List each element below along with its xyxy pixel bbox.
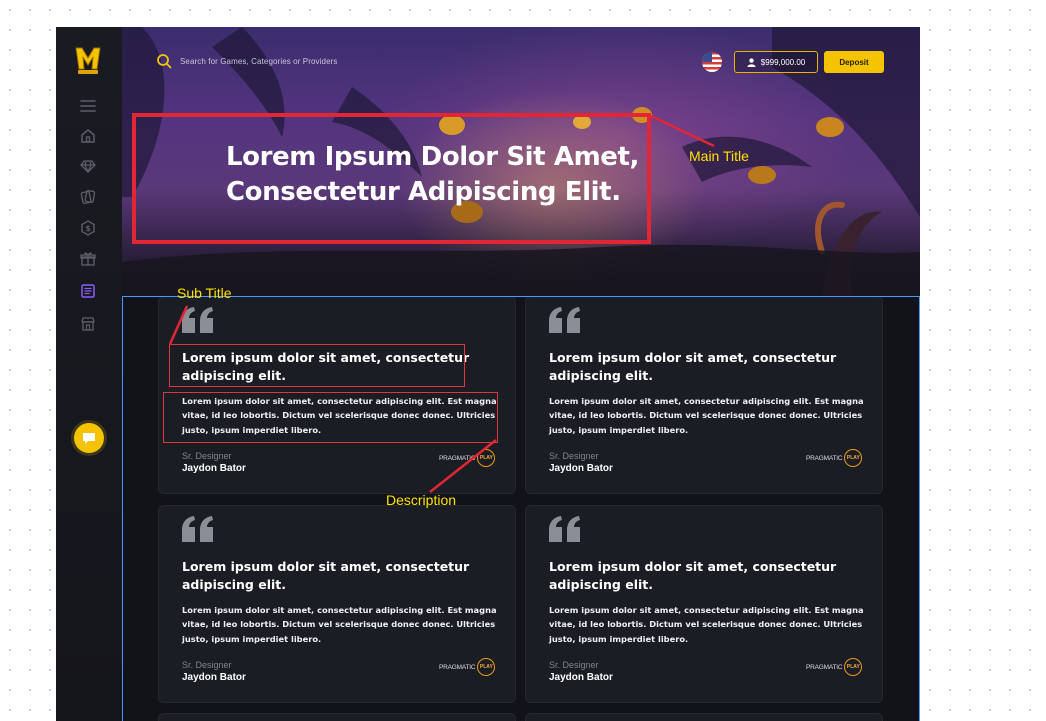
user-icon bbox=[747, 57, 756, 67]
search-icon bbox=[157, 54, 172, 69]
menu-icon[interactable] bbox=[79, 97, 97, 115]
brand-logo[interactable] bbox=[74, 45, 102, 75]
chat-button[interactable] bbox=[74, 423, 104, 453]
deposit-button[interactable]: Deposit bbox=[824, 51, 884, 73]
sidebar: $ bbox=[56, 27, 122, 721]
main-title-annotation-label: Main Title bbox=[689, 148, 749, 164]
home-icon[interactable] bbox=[79, 127, 97, 145]
wallet-balance[interactable]: $999,000.00 bbox=[734, 51, 818, 73]
search-bar[interactable]: Search for Games, Categories or Provider… bbox=[156, 53, 338, 69]
diamond-icon[interactable] bbox=[79, 157, 97, 175]
news-icon[interactable] bbox=[79, 282, 97, 300]
cards-icon[interactable] bbox=[79, 188, 97, 206]
subtitle-annotation-box bbox=[169, 344, 465, 387]
us-flag-icon[interactable] bbox=[702, 52, 722, 72]
svg-text:$: $ bbox=[85, 224, 91, 233]
main-title-annotation-box bbox=[132, 113, 651, 244]
subtitle-annotation-label: Sub Title bbox=[177, 285, 232, 301]
chat-bubble-icon bbox=[83, 432, 95, 444]
description-annotation-label: Description bbox=[386, 492, 457, 508]
coin-icon[interactable]: $ bbox=[79, 219, 97, 237]
gift-icon[interactable] bbox=[79, 250, 97, 268]
balance-amount: $999,000.00 bbox=[760, 57, 806, 67]
search-input[interactable]: Search for Games, Categories or Provider… bbox=[180, 57, 338, 66]
description-annotation-box bbox=[163, 392, 498, 443]
store-icon[interactable] bbox=[79, 315, 97, 333]
